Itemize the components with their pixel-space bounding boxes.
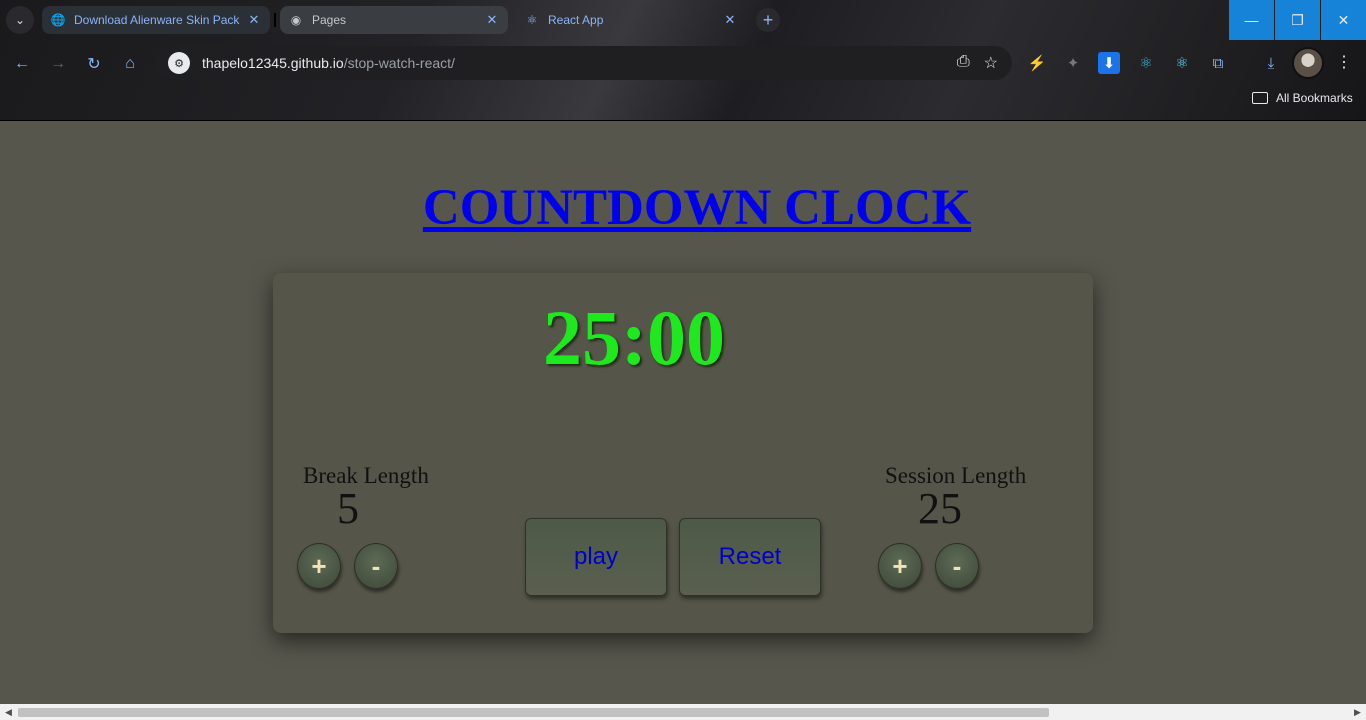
close-window-button[interactable]: ✕ <box>1321 0 1366 40</box>
scroll-right-icon[interactable]: ▶ <box>1354 707 1361 718</box>
address-bar[interactable]: ⚙ thapelo12345.github.io /stop-watch-rea… <box>156 46 1012 80</box>
extension-download-icon[interactable]: ⬇ <box>1098 52 1120 74</box>
timer-display: 25:00 <box>543 294 725 381</box>
profile-avatar[interactable] <box>1292 47 1324 79</box>
close-icon[interactable]: ✕ <box>484 12 500 28</box>
tab-divider <box>274 13 276 27</box>
all-bookmarks[interactable]: All Bookmarks <box>1252 91 1353 105</box>
browser-chrome: ⌄ 🌐 Download Alienware Skin Pack ✕ ◉ Pag… <box>0 0 1366 121</box>
bookmark-star-icon[interactable]: ☆ <box>984 53 998 73</box>
tab-title: React App <box>548 13 604 27</box>
tab-pages[interactable]: ◉ Pages ✕ <box>280 6 508 34</box>
react-icon: ⚛ <box>526 13 538 27</box>
globe-icon: 🌐 <box>50 13 66 27</box>
restore-button[interactable]: ❐ <box>1275 0 1320 40</box>
forward-icon[interactable]: → <box>46 52 70 76</box>
page-title[interactable]: COUNTDOWN CLOCK <box>0 179 1366 237</box>
close-icon[interactable]: ✕ <box>246 12 262 28</box>
break-length-label: Break Length <box>303 463 429 488</box>
scrollbar-thumb[interactable] <box>18 708 1049 717</box>
install-app-icon[interactable]: ⎙ <box>957 53 970 73</box>
extension-react-devtools-icon[interactable]: ⚛ <box>1135 52 1157 74</box>
page-content: COUNTDOWN CLOCK 25:00 Break Length 5 + -… <box>0 121 1366 704</box>
url-host: thapelo12345.github.io <box>202 55 344 71</box>
bookmarks-label: All Bookmarks <box>1276 91 1353 105</box>
break-decrement-button[interactable]: - <box>354 543 398 589</box>
session-decrement-button[interactable]: - <box>935 543 979 589</box>
horizontal-scrollbar[interactable]: ◀ ▶ <box>0 704 1366 720</box>
clock-card: 25:00 Break Length 5 + - play Reset Sess… <box>273 273 1093 633</box>
tab-download-alienware[interactable]: 🌐 Download Alienware Skin Pack ✕ <box>42 6 270 34</box>
extensions-puzzle-icon[interactable]: ⧉ <box>1207 52 1229 74</box>
folder-icon <box>1252 92 1268 104</box>
site-info-icon[interactable]: ⚙ <box>168 52 190 74</box>
reset-button[interactable]: Reset <box>679 518 821 596</box>
play-button[interactable]: play <box>525 518 667 596</box>
scroll-left-icon[interactable]: ◀ <box>5 707 12 718</box>
extension-react-icon[interactable]: ⚛ <box>1171 52 1193 74</box>
close-icon[interactable]: ✕ <box>722 12 738 28</box>
reload-icon[interactable]: ↻ <box>82 52 106 76</box>
menu-icon[interactable]: ⋮ <box>1336 52 1352 72</box>
break-length-value: 5 <box>337 484 359 533</box>
new-tab-button[interactable]: + <box>756 8 780 32</box>
break-increment-button[interactable]: + <box>297 543 341 589</box>
github-icon: ◉ <box>290 13 302 27</box>
url-path: /stop-watch-react/ <box>343 55 455 71</box>
tab-react-app[interactable]: ⚛ React App ✕ <box>516 6 746 34</box>
downloads-icon[interactable]: ⤓ <box>1260 52 1282 74</box>
back-icon[interactable]: ← <box>10 52 34 76</box>
tab-search-button[interactable]: ⌄ <box>6 6 34 34</box>
minimize-button[interactable]: — <box>1229 0 1274 40</box>
extension-creature-icon[interactable]: ✦ <box>1062 52 1084 74</box>
home-icon[interactable]: ⌂ <box>118 52 142 76</box>
session-increment-button[interactable]: + <box>878 543 922 589</box>
extension-bolt-icon[interactable]: ⚡ <box>1026 52 1048 74</box>
tab-title: Pages <box>312 13 347 27</box>
session-length-value: 25 <box>918 484 962 533</box>
tab-title: Download Alienware Skin Pack <box>74 13 240 27</box>
